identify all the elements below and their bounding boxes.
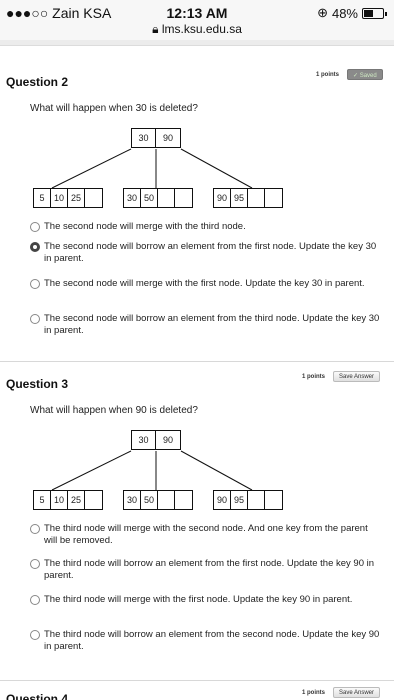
points-label: 1 points [302,690,326,696]
option-text: The third node will merge with the secon… [44,523,368,546]
question-divider [0,680,394,681]
tree-child-node-1: 5 10 25 [33,188,103,208]
tree-key-empty [85,189,102,207]
tree-child-node-2: 30 50 [123,490,193,510]
save-answer-button[interactable]: Save Answer [333,371,381,382]
radio-button[interactable] [30,242,40,252]
tree-key: 90 [162,133,173,143]
option-text: The second node will merge with the thir… [44,221,246,232]
points-label: 1 points [316,72,340,78]
question-title: Question 4 [6,692,69,700]
radio-button[interactable] [30,222,40,232]
b-tree-diagram: 30 90 5 10 25 30 50 90 95 [30,430,290,510]
tree-key: 30 [132,129,156,147]
tree-key: 50 [141,491,158,509]
saved-button[interactable]: ✓ Saved [347,69,383,80]
radio-button[interactable] [30,595,40,605]
tree-key-empty [265,491,282,509]
question-divider [0,361,394,362]
radio-button[interactable] [30,559,40,569]
tree-key-empty [158,189,175,207]
tree-key: 90 [214,189,231,207]
radio-button[interactable] [30,524,40,534]
option-text: The second node will borrow an element f… [44,241,377,264]
answer-option[interactable]: The third node will borrow an element fr… [30,629,380,653]
option-text: The third node will borrow an element fr… [44,629,380,652]
option-text: The third node will borrow an element fr… [44,558,375,581]
radio-button[interactable] [30,630,40,640]
tree-key: 5 [34,491,51,509]
tree-child-node-2: 30 50 [123,188,193,208]
tree-key-empty [265,189,282,207]
tree-child-node-3: 90 95 [213,188,283,208]
tree-key: 10 [51,491,68,509]
question-prompt: What will happen when 30 is deleted? [30,103,198,114]
header-divider [0,40,394,46]
tree-key: 10 [51,189,68,207]
tree-root-node: 30 90 [131,430,181,450]
question-title: Question 3 [6,377,69,391]
tree-key: 25 [68,491,85,509]
tree-key: 5 [34,189,51,207]
points-label: 1 points [302,374,326,380]
battery-status: ⊕ 48% [317,5,387,21]
tree-child-node-1: 5 10 25 [33,490,103,510]
b-tree-diagram: 30 90 5 10 25 30 50 90 95 [30,128,290,208]
question-title: Question 2 [6,75,69,89]
question-prompt: What will happen when 90 is deleted? [30,405,198,416]
battery-icon [362,7,387,19]
lock-icon: 🔒︎ [152,22,159,36]
tree-root-node: 30 90 [131,128,181,148]
save-answer-button[interactable]: Save Answer [333,687,381,698]
radio-button[interactable] [30,279,40,289]
tree-key: 90 [214,491,231,509]
answer-option[interactable]: The second node will borrow an element f… [30,241,380,265]
tree-key: 30 [132,431,156,449]
tree-child-node-3: 90 95 [213,490,283,510]
tree-key-empty [175,491,192,509]
answer-option[interactable]: The third node will merge with the first… [30,594,380,606]
tree-key: 50 [141,189,158,207]
radio-button[interactable] [30,314,40,324]
url-text: lms.ksu.edu.sa [161,22,242,36]
tree-key-empty [248,491,265,509]
tree-key: 95 [231,189,248,207]
tree-key-empty [175,189,192,207]
option-text: The third node will merge with the first… [44,594,353,605]
tree-key-empty [248,189,265,207]
answer-option[interactable]: The second node will merge with the firs… [30,278,380,290]
status-bar: ●●●○○ Zain KSA 12:13 AM ⊕ 48% 🔒︎ lms.ksu… [0,0,394,40]
battery-percent: 48% [331,5,358,21]
tree-key-empty [158,491,175,509]
answer-option[interactable]: The third node will merge with the secon… [30,523,380,547]
tree-key: 30 [124,491,141,509]
rotation-lock-icon: ⊕ [317,5,328,20]
answer-option[interactable]: The third node will borrow an element fr… [30,558,380,582]
address-bar[interactable]: 🔒︎ lms.ksu.edu.sa [0,22,394,37]
tree-key: 30 [124,189,141,207]
answer-option[interactable]: The second node will merge with the thir… [30,221,380,233]
tree-key-empty [85,491,102,509]
option-text: The second node will merge with the firs… [44,278,365,289]
option-text: The second node will borrow an element f… [44,313,380,336]
tree-key: 95 [231,491,248,509]
answer-option[interactable]: The second node will borrow an element f… [30,313,380,337]
tree-key: 90 [162,435,173,445]
tree-key: 25 [68,189,85,207]
